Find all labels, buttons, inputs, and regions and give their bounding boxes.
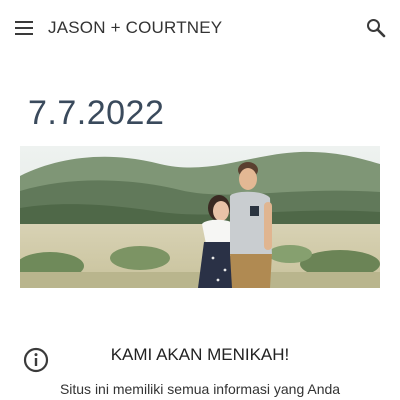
announcement-heading: KAMI AKAN MENIKAH! [110, 345, 290, 364]
search-icon[interactable] [364, 16, 388, 40]
info-icon[interactable] [23, 347, 49, 373]
hamburger-menu-icon[interactable] [13, 18, 35, 38]
site-title[interactable]: JASON + COURTNEY [48, 17, 222, 39]
hero-photo [20, 146, 380, 288]
site-header: JASON + COURTNEY [0, 0, 400, 56]
wedding-date: 7.7.2022 [28, 94, 165, 132]
description-text: Situs ini memiliki semua informasi yang … [59, 381, 341, 397]
page: JASON + COURTNEY 7.7.2022 KAMI AKAN MENI… [0, 0, 400, 400]
